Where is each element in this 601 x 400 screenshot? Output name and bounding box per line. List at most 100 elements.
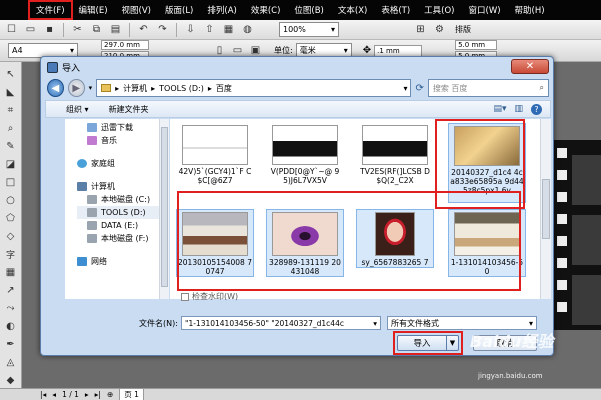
prev-page-icon[interactable]: ◂: [52, 390, 56, 399]
breadcrumb-computer[interactable]: 计算机: [123, 83, 147, 94]
text-tool-icon[interactable]: 字: [3, 246, 19, 262]
interactive-tool-icon[interactable]: ◐: [3, 318, 19, 334]
import-button[interactable]: 导入 ▼: [397, 335, 459, 351]
crop-tool-icon[interactable]: ⌗: [3, 102, 19, 118]
refresh-icon[interactable]: ⟳: [415, 83, 423, 94]
breadcrumb-drive[interactable]: TOOLS (D:): [159, 84, 204, 93]
nav-item-computer[interactable]: 计算机: [77, 180, 168, 193]
filename-input[interactable]: "1-131014103456-50" "20140327_d1c44c ▾: [181, 316, 381, 330]
view-options-icon[interactable]: ▤▾: [493, 104, 506, 115]
menu-item[interactable]: 版面(L): [159, 2, 199, 18]
organize-button[interactable]: 组织 ▾: [66, 104, 89, 115]
fill-tool-icon[interactable]: ◆: [3, 372, 19, 388]
print-icon[interactable]: ▦: [221, 22, 236, 37]
nav-item-thunder-downloads[interactable]: 迅雷下载: [77, 121, 168, 134]
breadcrumb-folder[interactable]: 百度: [216, 83, 232, 94]
forward-icon[interactable]: ▶: [67, 79, 85, 97]
search-input[interactable]: 搜索 百度 ⌕: [427, 79, 549, 97]
nav-item-network[interactable]: 网络: [77, 255, 168, 268]
table-tool-icon[interactable]: ▦: [3, 264, 19, 280]
nav-item-drive-d[interactable]: TOOLS (D:): [77, 206, 168, 219]
nudge-field[interactable]: .1 mm: [374, 44, 423, 57]
menu-item[interactable]: 工具(O): [418, 2, 460, 18]
nav-item-drive-f[interactable]: 本地磁盘 (F:): [77, 232, 168, 245]
file-item[interactable]: 42V)5`(GCY4)1`F C$C[@6Z7: [176, 123, 254, 185]
file-item[interactable]: V(PDD[0@Y`~@ 95)J6L7VX5V: [266, 123, 344, 185]
file-item-selected[interactable]: sy_6567883265 7: [356, 209, 434, 268]
app-launcher-icon[interactable]: ◍: [240, 22, 255, 37]
menu-item[interactable]: 表格(T): [375, 2, 416, 18]
add-page-icon[interactable]: ⊕: [107, 390, 113, 399]
zoom-combo[interactable]: 100% ▾: [279, 22, 339, 37]
chevron-down-icon[interactable]: ▾: [373, 319, 377, 328]
menu-item[interactable]: 文本(X): [332, 2, 373, 18]
back-icon[interactable]: ◀: [47, 79, 64, 97]
snap-icon[interactable]: ⊞: [413, 22, 428, 37]
file-item-selected[interactable]: 20140327_d1c4 4ca833e65895a 9d445z8c5px1…: [448, 123, 526, 203]
new-folder-button[interactable]: 新建文件夹: [109, 104, 149, 115]
eyedropper-tool-icon[interactable]: ✒: [3, 336, 19, 352]
nav-scrollbar[interactable]: [159, 119, 169, 299]
dup-x-field[interactable]: 5.0 mm: [455, 40, 498, 50]
scrollbar-thumb[interactable]: [161, 127, 168, 287]
dimension-tool-icon[interactable]: ↗: [3, 282, 19, 298]
menu-item[interactable]: 效果(C): [245, 2, 287, 18]
recent-locations-icon[interactable]: ▾: [89, 84, 93, 92]
help-icon[interactable]: ?: [531, 103, 542, 115]
ellipse-tool-icon[interactable]: ○: [3, 192, 19, 208]
import-icon[interactable]: ⇩: [183, 22, 198, 37]
export-icon[interactable]: ⇧: [202, 22, 217, 37]
polygon-tool-icon[interactable]: ⬠: [3, 210, 19, 226]
new-icon[interactable]: ☐: [4, 22, 19, 37]
preview-pane-icon[interactable]: ▥: [514, 104, 523, 115]
nav-item-homegroup[interactable]: 家庭组: [77, 157, 168, 170]
check-watermark-row[interactable]: 检查水印(W): [181, 291, 238, 302]
filename-value: "1-131014103456-50" "20140327_d1c44c: [185, 318, 344, 328]
pick-tool-icon[interactable]: ↖: [3, 66, 19, 82]
layout-label[interactable]: 排版: [455, 24, 471, 35]
freehand-tool-icon[interactable]: ✎: [3, 138, 19, 154]
file-item-selected[interactable]: 328989-131119 20431048: [266, 209, 344, 277]
menu-item[interactable]: 帮助(H): [509, 2, 551, 18]
chevron-down-icon[interactable]: ▾: [403, 84, 410, 93]
shape-tool-icon[interactable]: ◣: [3, 84, 19, 100]
connector-tool-icon[interactable]: ⤳: [3, 300, 19, 316]
save-icon[interactable]: ▪: [42, 22, 57, 37]
check-watermark-checkbox[interactable]: [181, 292, 189, 301]
close-button[interactable]: ✕: [511, 59, 549, 74]
zoom-tool-icon[interactable]: ⌕: [3, 120, 19, 136]
nav-item-drive-e[interactable]: DATA (E:): [77, 219, 168, 232]
file-item-selected[interactable]: 20130105154008 70747: [176, 209, 254, 277]
page-width-field[interactable]: 297.0 mm: [101, 40, 149, 50]
menu-item[interactable]: 排列(A): [201, 2, 242, 18]
options-icon[interactable]: ⚙: [432, 22, 447, 37]
chevron-down-icon[interactable]: ▼: [446, 336, 458, 350]
cut-icon[interactable]: ✂: [70, 22, 85, 37]
page-tab[interactable]: 页 1: [119, 388, 144, 400]
basic-shapes-icon[interactable]: ◇: [3, 228, 19, 244]
nav-item-music[interactable]: 音乐: [77, 134, 168, 147]
open-icon[interactable]: ▭: [23, 22, 38, 37]
paste-icon[interactable]: ▤: [108, 22, 123, 37]
outline-tool-icon[interactable]: ◬: [3, 354, 19, 370]
last-page-icon[interactable]: ▸|: [95, 390, 101, 399]
smart-fill-icon[interactable]: ◪: [3, 156, 19, 172]
menu-item[interactable]: 编辑(E): [73, 2, 114, 18]
undo-icon[interactable]: ↶: [136, 22, 151, 37]
copy-icon[interactable]: ⧉: [89, 22, 104, 37]
file-list-scrollbar[interactable]: [540, 119, 551, 299]
menu-item[interactable]: 视图(V): [116, 2, 157, 18]
nav-item-drive-c[interactable]: 本地磁盘 (C:): [77, 193, 168, 206]
address-bar[interactable]: ▸ 计算机 ▸ TOOLS (D:) ▸ 百度 ▾: [96, 79, 412, 97]
menu-item[interactable]: 位图(B): [288, 2, 329, 18]
next-page-icon[interactable]: ▸: [85, 390, 89, 399]
file-item[interactable]: TV2ES(RF(]LCSB D$Q(2_C2X: [356, 123, 434, 185]
menu-item[interactable]: 文件(F): [28, 0, 73, 20]
first-page-icon[interactable]: |◂: [40, 390, 46, 399]
rectangle-tool-icon[interactable]: □: [3, 174, 19, 190]
file-item-selected[interactable]: 1-131014103456-50: [448, 209, 526, 277]
menu-item[interactable]: 窗口(W): [463, 2, 507, 18]
scrollbar-thumb[interactable]: [542, 179, 550, 239]
file-thumbnail: [272, 125, 338, 165]
redo-icon[interactable]: ↷: [155, 22, 170, 37]
